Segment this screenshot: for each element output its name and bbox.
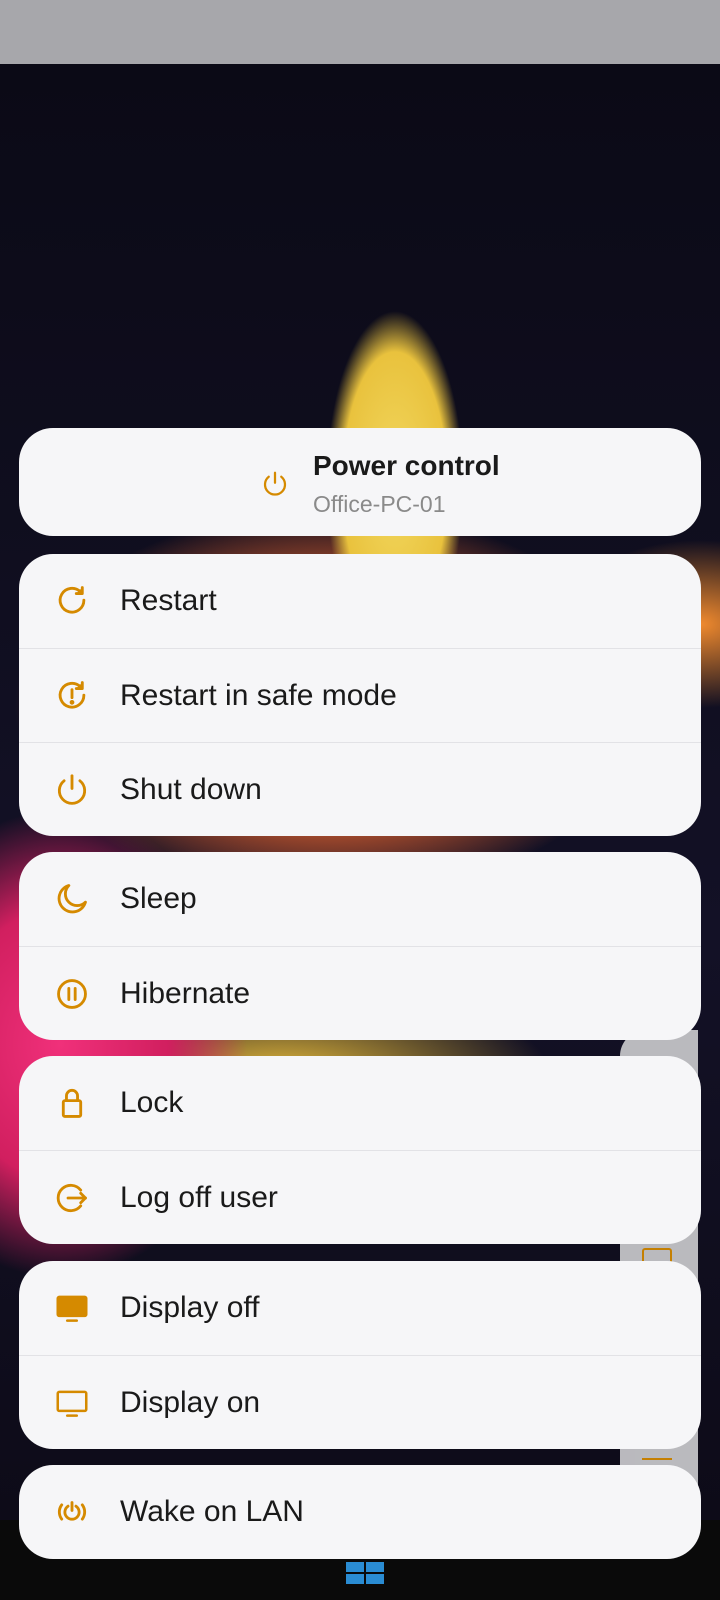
log-off-option[interactable]: Log off user	[19, 1150, 701, 1244]
dialog-title: Power control	[313, 450, 500, 481]
restart-safe-mode-option[interactable]: Restart in safe mode	[19, 648, 701, 742]
display-actions-group: Display off Display on	[19, 1261, 701, 1449]
sleep-actions-group: Sleep Hibernate	[19, 852, 701, 1040]
hibernate-option[interactable]: Hibernate	[19, 946, 701, 1040]
restart-label: Restart	[120, 584, 217, 617]
sleep-label: Sleep	[120, 882, 197, 915]
wake-on-lan-icon	[52, 1492, 92, 1532]
status-bar	[0, 0, 720, 64]
log-off-label: Log off user	[120, 1180, 278, 1214]
lock-label: Lock	[120, 1086, 184, 1119]
device-name: Office-PC-01	[313, 491, 446, 517]
restart-icon	[52, 581, 92, 621]
lock-option[interactable]: Lock	[19, 1056, 701, 1150]
restart-safe-mode-label: Restart in safe mode	[120, 678, 397, 712]
wake-on-lan-option[interactable]: Wake on LAN	[19, 1465, 701, 1559]
lock-icon	[52, 1083, 92, 1123]
monitor-filled-icon	[52, 1288, 92, 1328]
display-on-option[interactable]: Display on	[19, 1355, 701, 1449]
restart-safe-mode-icon	[52, 676, 92, 716]
shut-down-label: Shut down	[120, 772, 262, 806]
power-control-header: Power control Office-PC-01	[19, 428, 701, 536]
pause-circle-icon	[52, 974, 92, 1014]
shut-down-option[interactable]: Shut down	[19, 742, 701, 836]
moon-icon	[52, 879, 92, 919]
monitor-icon	[52, 1383, 92, 1423]
restart-option[interactable]: Restart	[19, 554, 701, 648]
wake-on-lan-label: Wake on LAN	[120, 1495, 304, 1528]
network-actions-group: Wake on LAN	[19, 1465, 701, 1559]
logout-icon	[52, 1178, 92, 1218]
power-icon	[259, 468, 291, 500]
sleep-option[interactable]: Sleep	[19, 852, 701, 946]
display-on-label: Display on	[120, 1385, 261, 1419]
session-actions-group: Lock Log off user	[19, 1056, 701, 1244]
display-off-label: Display off	[120, 1291, 260, 1324]
power-actions-group: Restart Restart in safe mode Shut down	[19, 554, 701, 836]
display-off-option[interactable]: Display off	[19, 1261, 701, 1355]
windows-start-icon[interactable]	[346, 1562, 384, 1584]
power-icon	[52, 770, 92, 810]
hibernate-label: Hibernate	[120, 976, 251, 1010]
